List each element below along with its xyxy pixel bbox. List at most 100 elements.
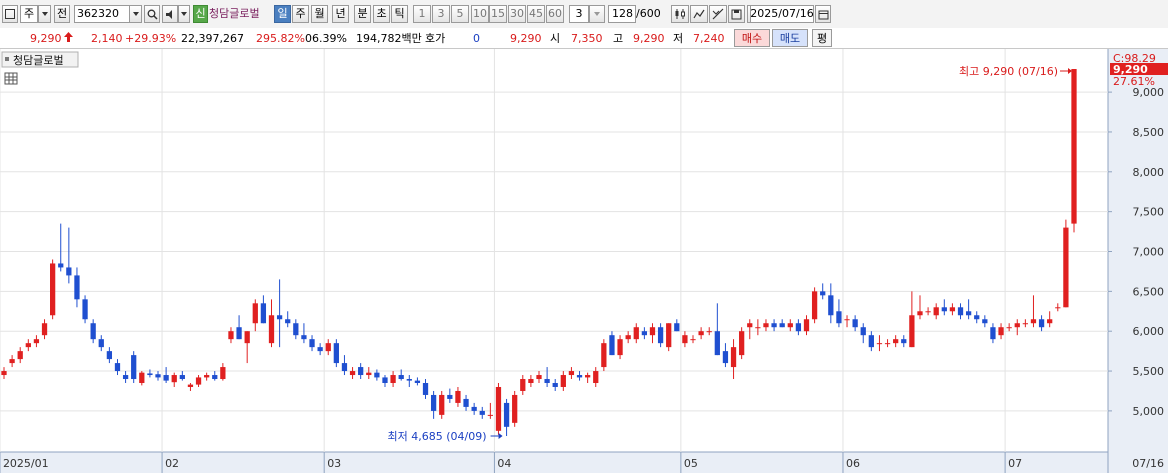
candle-body	[179, 375, 185, 380]
change-percent: +29.93%	[125, 32, 177, 45]
candle-body	[220, 367, 226, 380]
candle-body	[625, 335, 631, 340]
open-price: 7,350	[571, 32, 603, 45]
candle-body	[974, 315, 980, 320]
calendar-icon[interactable]	[815, 5, 831, 23]
save-icon[interactable]	[728, 5, 745, 23]
candle-body	[901, 339, 907, 344]
candle-body	[722, 351, 729, 364]
candle-body	[568, 371, 575, 376]
stock-code-input[interactable]: 362320	[74, 5, 130, 23]
candle-body	[301, 335, 307, 340]
sell-button[interactable]: 매도	[772, 29, 808, 47]
candle-body	[990, 327, 996, 340]
volume-ratio: 295.82%	[256, 32, 305, 45]
candle-body	[98, 339, 104, 348]
candle-body	[1, 371, 7, 376]
candle-body	[795, 323, 802, 332]
interval-button-45[interactable]: 45	[527, 5, 545, 23]
code-dropdown-icon[interactable]	[129, 5, 142, 23]
candle-body	[358, 367, 364, 376]
candle-body	[106, 351, 113, 360]
candle-body	[487, 414, 493, 416]
draw-tool-icon[interactable]	[709, 5, 727, 23]
price-change: 2,140	[91, 32, 123, 45]
candle-body	[876, 343, 883, 345]
legend-series-name: 청담글로벌	[13, 54, 64, 67]
candle-body	[66, 267, 72, 276]
candle-body	[771, 323, 777, 328]
interval-value-input[interactable]: 3	[569, 5, 589, 23]
high-price: 9,290	[633, 32, 665, 45]
candle-body	[447, 394, 453, 399]
window-icon[interactable]	[2, 5, 18, 23]
candle-body	[1006, 327, 1012, 329]
candle-style-icon[interactable]	[671, 5, 689, 23]
candle-body	[755, 327, 761, 329]
candle-body	[949, 307, 956, 312]
candle-body	[285, 319, 291, 324]
indicator-icon[interactable]	[690, 5, 708, 23]
date-input[interactable]: 2025/07/16	[750, 5, 814, 23]
chart-type-select[interactable]: 주	[20, 5, 38, 23]
y-tick-label: 8,000	[1133, 166, 1165, 179]
period-button-5[interactable]: 분	[354, 5, 371, 23]
interval-dropdown-icon[interactable]	[589, 5, 605, 23]
period-button-2[interactable]: 주	[292, 5, 309, 23]
candle-body	[309, 339, 315, 348]
y-tick-label: 8,500	[1133, 126, 1165, 139]
interval-button-1[interactable]: 1	[413, 5, 431, 23]
candle-body	[925, 311, 931, 313]
interval-button-30[interactable]: 30	[508, 5, 526, 23]
count-input[interactable]: 128	[608, 5, 636, 23]
candle-body	[252, 303, 258, 324]
interval-button-5[interactable]: 5	[451, 5, 469, 23]
candle-body	[1063, 227, 1069, 308]
hoga-label: 호가	[425, 32, 446, 45]
chart-toolbar: 주 전 362320 신 청담글로벌 일주월년분초틱 1 3 5 10 15 30 45 60…	[0, 0, 1168, 29]
candle-body	[390, 375, 396, 384]
candle-body	[17, 351, 23, 360]
high-annotation: 최고 9,290 (07/16)	[959, 65, 1058, 78]
candle-body	[682, 335, 688, 344]
candle-body	[139, 372, 145, 384]
interval-button-60[interactable]: 60	[546, 5, 564, 23]
interval-button-10[interactable]: 10	[471, 5, 489, 23]
candle-body	[933, 307, 939, 316]
period-button-3[interactable]: 월	[311, 5, 328, 23]
speaker-icon[interactable]	[162, 5, 178, 23]
candle-body	[528, 379, 534, 384]
chart-type-dropdown-icon[interactable]	[38, 5, 51, 23]
period-button-7[interactable]: 틱	[391, 5, 408, 23]
candle-body	[690, 339, 696, 341]
period-button-1[interactable]: 일	[274, 5, 291, 23]
candle-body	[1055, 307, 1061, 309]
average-button[interactable]: 평	[812, 29, 832, 47]
candle-body	[1014, 323, 1020, 328]
interval-button-3[interactable]: 3	[432, 5, 450, 23]
search-icon[interactable]	[144, 5, 160, 23]
interval-button-15[interactable]: 15	[489, 5, 507, 23]
candle-body	[536, 375, 542, 380]
speaker-dropdown-icon[interactable]	[178, 5, 190, 23]
period-button-4[interactable]: 년	[332, 5, 349, 23]
candle-body	[212, 375, 218, 380]
candle-body	[187, 384, 194, 387]
grid-toggle-icon[interactable]	[4, 72, 18, 85]
candle-body	[495, 386, 502, 431]
count-max-label: /600	[636, 7, 661, 20]
candle-body	[276, 315, 283, 320]
period-button-6[interactable]: 초	[373, 5, 390, 23]
candle-body	[1047, 319, 1053, 324]
candle-body	[163, 375, 169, 381]
buy-button[interactable]: 매수	[734, 29, 770, 47]
candle-body	[674, 323, 680, 332]
candlestick-chart[interactable]: 최고 9,290 (07/16) 최저 4,685 (04/09) 5,000 5,…	[0, 49, 1168, 473]
candle-body	[633, 327, 639, 340]
y-tick-label: 7,500	[1133, 206, 1165, 219]
candle-body	[844, 319, 850, 321]
mode-button[interactable]: 전	[54, 5, 70, 23]
candle-body	[512, 394, 518, 423]
candle-body	[593, 371, 599, 384]
open-label: 시	[550, 32, 561, 45]
